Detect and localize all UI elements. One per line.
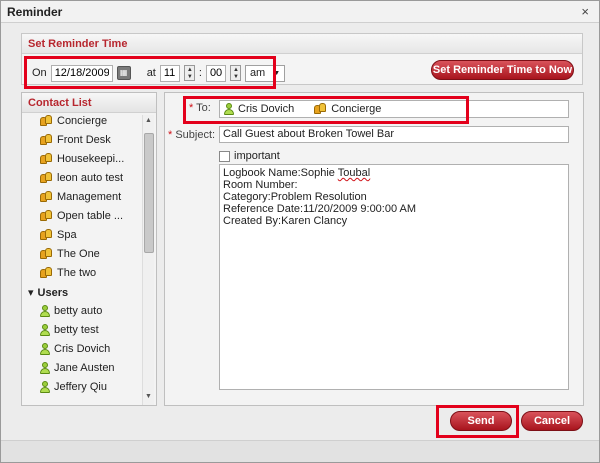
compose-panel: * To: Cris Dovich Concierge * Subject: C… (164, 92, 584, 406)
contact-group-item[interactable]: Management (40, 189, 121, 205)
contact-list-panel: Contact List Concierge Front Desk Housek… (21, 92, 157, 406)
close-icon[interactable]: × (581, 4, 589, 19)
contact-list-title: Contact List (22, 93, 156, 113)
reminder-dialog: Reminder × Set Reminder Time On ▦ at ▲▼ … (0, 0, 600, 463)
contact-group-item[interactable]: Housekeepi... (40, 151, 124, 167)
contact-label: Open table ... (57, 210, 124, 222)
dialog-footer-strip (1, 440, 599, 462)
reminder-time-title: Set Reminder Time (22, 34, 582, 54)
dialog-title: Reminder (7, 5, 63, 19)
subject-label-text: Subject: (175, 129, 216, 141)
contact-label: Jane Austen (54, 362, 115, 374)
group-icon (40, 191, 53, 203)
scrollbar-thumb[interactable] (144, 133, 154, 253)
contact-user-item[interactable]: betty auto (40, 303, 102, 319)
contact-label: The two (57, 267, 97, 279)
contact-label: Concierge (57, 115, 108, 127)
important-label: important (234, 150, 280, 162)
set-time-now-button[interactable]: Set Reminder Time to Now (431, 60, 574, 80)
spellcheck-word: Toubal (337, 167, 371, 179)
group-icon (40, 172, 53, 184)
contact-user-item[interactable]: betty test (40, 322, 99, 338)
message-body[interactable]: Logbook Name:Sophie Toubal Room Number: … (219, 164, 569, 390)
group-icon (40, 267, 53, 279)
group-icon (40, 153, 53, 165)
caret-down-icon: ▾ (28, 287, 34, 299)
contact-user-item[interactable]: Jeffery Qiu (40, 379, 107, 395)
scroll-down-icon[interactable]: ▼ (145, 393, 152, 400)
contact-group-item[interactable]: Front Desk (40, 132, 111, 148)
time-row-highlight (24, 56, 276, 89)
contact-list-scrollbar[interactable]: ▲ ▼ (142, 115, 154, 405)
subject-input[interactable]: Call Guest about Broken Towel Bar (219, 126, 569, 143)
scroll-up-icon[interactable]: ▲ (145, 117, 152, 124)
important-checkbox[interactable] (219, 150, 230, 162)
send-highlight (436, 405, 519, 438)
group-icon (40, 248, 53, 260)
contact-label: Spa (57, 229, 77, 241)
users-group-header[interactable]: ▾ Users (28, 286, 69, 300)
users-header-label: Users (37, 286, 69, 299)
contact-group-item[interactable]: Open table ... (40, 208, 123, 224)
contact-group-item[interactable]: The One (40, 246, 100, 262)
group-icon (40, 229, 53, 241)
contact-label: leon auto test (57, 172, 124, 184)
group-icon (40, 134, 53, 146)
contact-label: betty auto (54, 305, 103, 317)
user-icon (40, 362, 50, 374)
important-checkbox-row[interactable]: important (219, 150, 280, 162)
contact-group-item[interactable]: Spa (40, 227, 77, 243)
contact-group-item[interactable]: Concierge (40, 115, 107, 129)
contact-user-item[interactable]: Cris Dovich (40, 341, 110, 357)
contact-label: Jeffery Qiu (54, 381, 107, 393)
contact-label: The One (57, 248, 100, 260)
user-icon (40, 305, 50, 317)
contact-label: Cris Dovich (54, 343, 111, 355)
contact-label: betty test (54, 324, 99, 336)
contact-label: Housekeepi... (57, 153, 125, 165)
contact-label: Front Desk (57, 134, 111, 146)
contact-user-item[interactable]: Jane Austen (40, 360, 115, 376)
cancel-button[interactable]: Cancel (521, 411, 583, 431)
group-icon (40, 115, 53, 127)
group-icon (40, 210, 53, 222)
user-icon (40, 324, 50, 336)
user-icon (40, 343, 50, 355)
to-field-highlight (183, 96, 469, 124)
body-line-prefix: Logbook Name:Sophie (223, 167, 338, 179)
required-mark: * (168, 129, 173, 141)
body-line: Reference Date:11/20/2009 9:00:00 AM (223, 203, 417, 215)
body-line: Logbook Name:Sophie Toubal (223, 167, 565, 179)
contact-label: Management (57, 191, 122, 203)
subject-label: * Subject: (168, 129, 215, 141)
contact-list: Concierge Front Desk Housekeepi... leon … (22, 115, 140, 405)
user-icon (40, 381, 50, 393)
body-line: Created By:Karen Clancy (223, 215, 348, 227)
dialog-titlebar: Reminder × (1, 1, 599, 23)
body-line: Room Number: (223, 179, 298, 191)
body-line: Category:Problem Resolution (223, 191, 367, 203)
contact-group-item[interactable]: leon auto test (40, 170, 123, 186)
contact-group-item[interactable]: The two (40, 265, 96, 281)
